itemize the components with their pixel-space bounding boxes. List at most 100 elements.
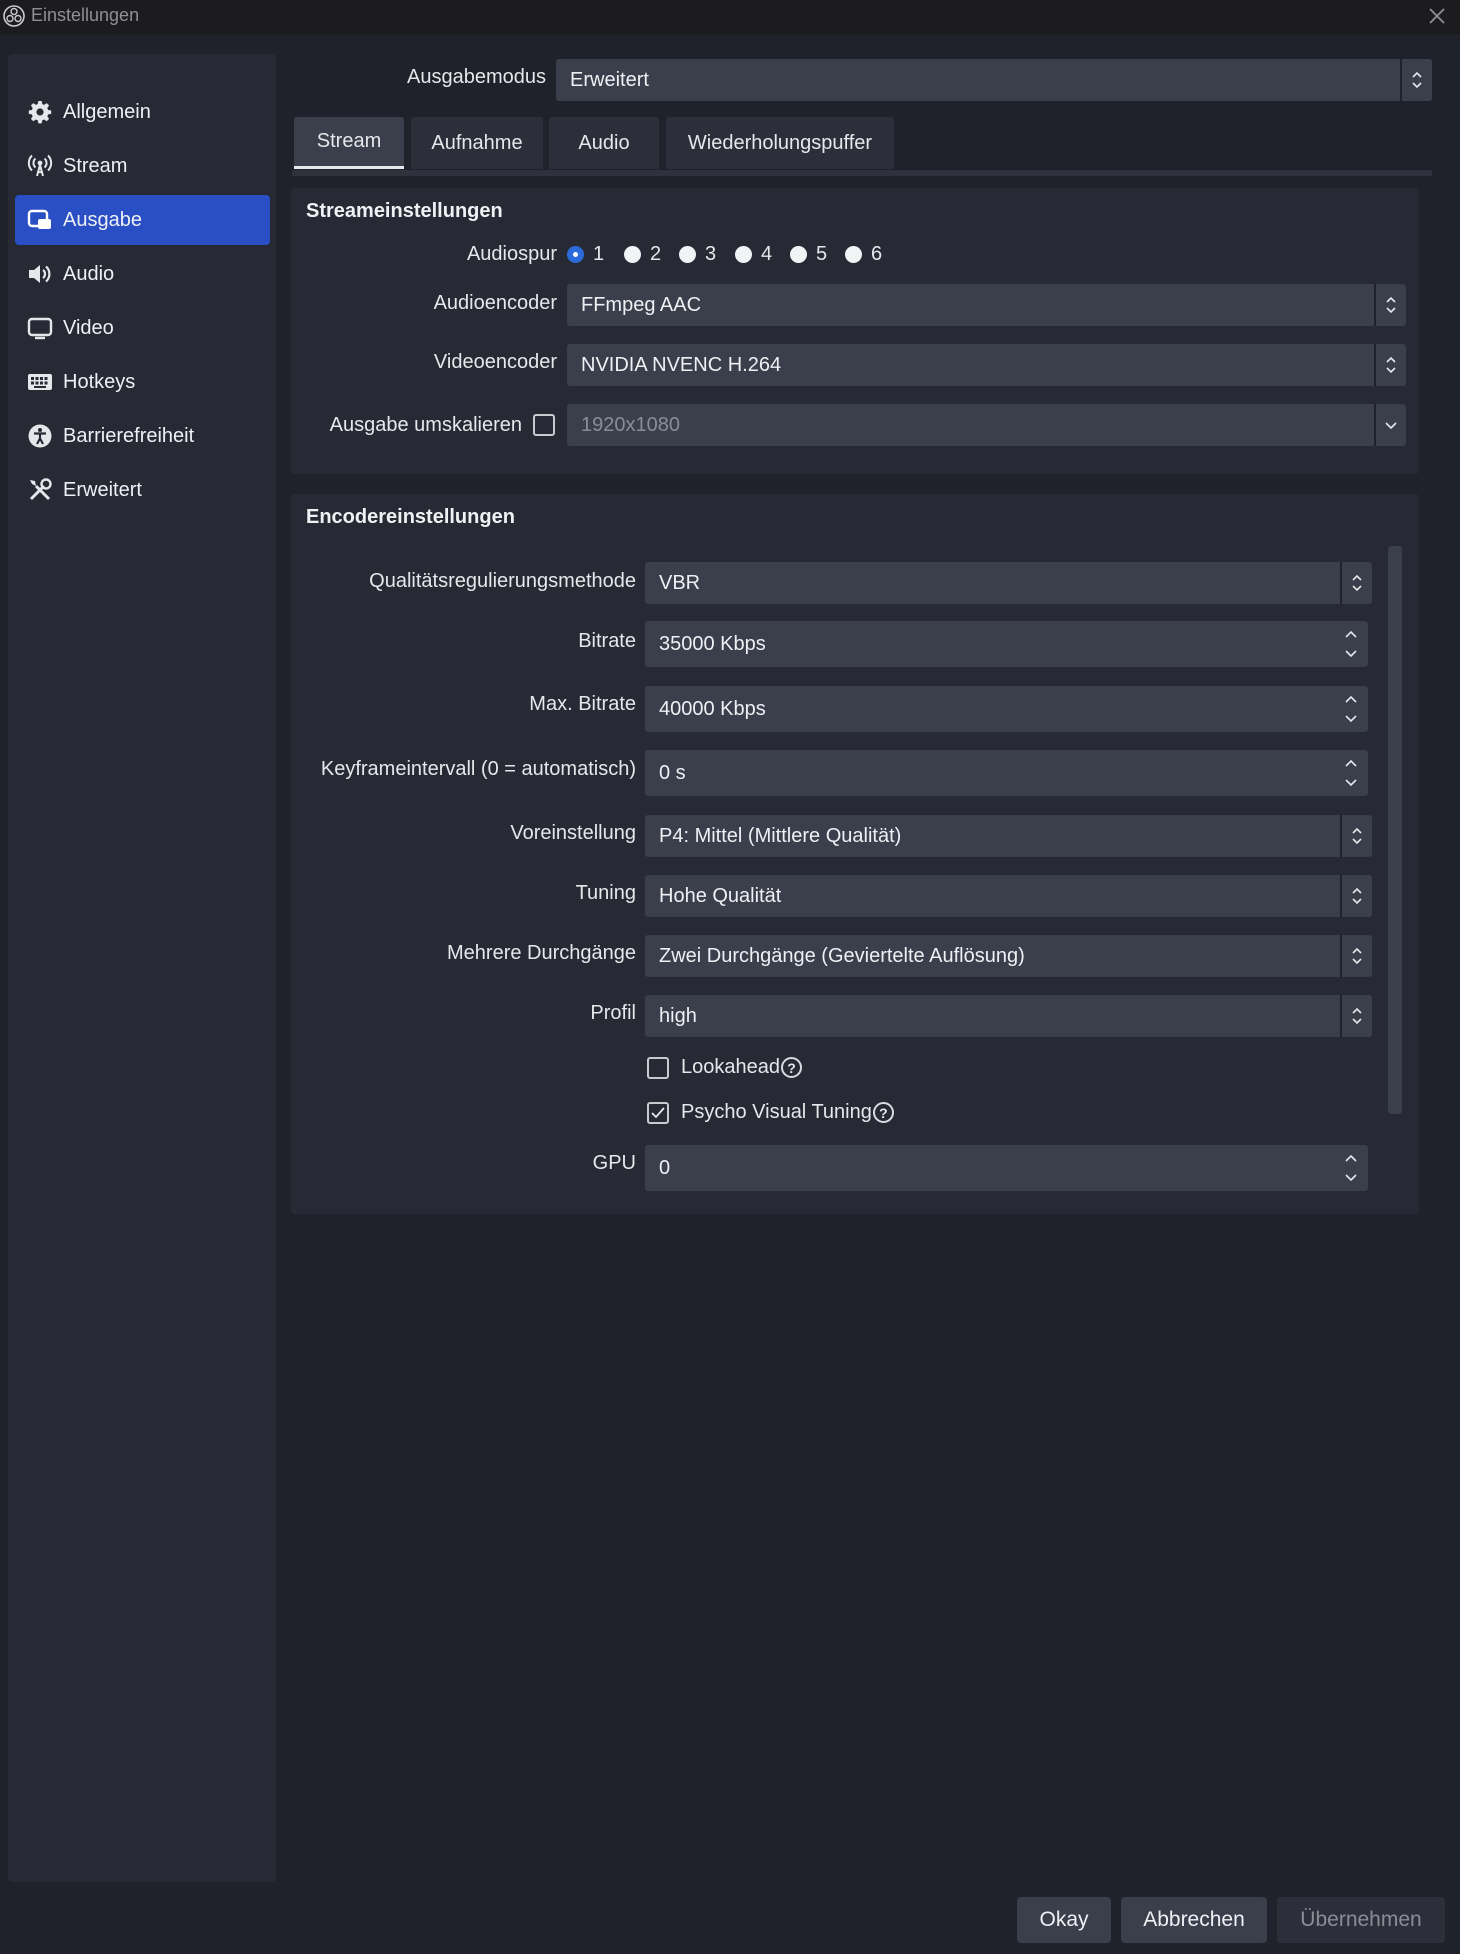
video-encoder-select[interactable]: NVIDIA NVENC H.264: [567, 344, 1406, 386]
help-icon[interactable]: ?: [780, 1057, 802, 1078]
psycho-visual-label: Psycho Visual Tuning: [681, 1101, 872, 1123]
updown-arrow-icon: [1374, 284, 1406, 326]
rescale-resolution-value: 1920x1080: [581, 414, 680, 436]
gpu-spinbox[interactable]: 0: [645, 1145, 1368, 1191]
help-icon[interactable]: ?: [872, 1102, 894, 1123]
spin-arrows-icon[interactable]: [1340, 752, 1362, 794]
tab-aufnahme[interactable]: Aufnahme: [411, 117, 543, 169]
gpu-label: GPU: [592, 1152, 636, 1174]
speaker-icon: [27, 261, 53, 287]
rate-control-value: VBR: [659, 572, 701, 594]
audio-encoder-value: FFmpeg AAC: [581, 294, 702, 316]
sidebar-item-audio[interactable]: Audio: [15, 249, 270, 299]
tab-divider: [292, 170, 1432, 176]
spin-arrows-icon[interactable]: [1340, 688, 1362, 730]
accessibility-icon: [27, 423, 53, 449]
rescale-resolution-select: 1920x1080: [567, 404, 1406, 446]
audio-track-radio-5[interactable]: 5: [790, 243, 827, 266]
sidebar-item-ausgabe[interactable]: Ausgabe: [15, 195, 270, 245]
radio-dot: [790, 246, 807, 263]
output-mode-select[interactable]: Erweitert: [556, 59, 1432, 101]
tuning-label: Tuning: [575, 882, 636, 904]
lookahead-checkbox[interactable]: [647, 1057, 669, 1079]
multipass-value: Zwei Durchgänge (Geviertelte Auflösung): [659, 945, 1025, 967]
radio-dot: [567, 246, 584, 263]
tuning-select[interactable]: Hohe Qualität: [645, 875, 1372, 917]
video-encoder-label: Videoencoder: [433, 351, 557, 373]
updown-arrow-icon: [1340, 815, 1372, 857]
keyframe-spinbox[interactable]: 0 s: [645, 750, 1368, 796]
sidebar-item-erweitert[interactable]: Erweitert: [15, 465, 270, 515]
monitor-icon: [27, 315, 53, 341]
rate-control-label: Qualitätsregulierungsmethode: [369, 570, 636, 592]
stream-settings-title: Streameinstellungen: [306, 200, 503, 222]
output-mode-value: Erweitert: [570, 69, 649, 91]
updown-arrow-icon: [1400, 59, 1432, 101]
apply-button: Übernehmen: [1277, 1897, 1445, 1943]
updown-arrow-icon: [1340, 562, 1372, 604]
radio-label: 5: [816, 243, 828, 265]
lookahead-option[interactable]: Lookahead ?: [681, 1056, 802, 1079]
preset-label: Voreinstellung: [510, 822, 636, 844]
preset-select[interactable]: P4: Mittel (Mittlere Qualität): [645, 815, 1372, 857]
sidebar-item-hotkeys[interactable]: Hotkeys: [15, 357, 270, 407]
updown-arrow-icon: [1340, 995, 1372, 1037]
sidebar-item-label: Video: [63, 316, 114, 339]
audio-track-radio-2[interactable]: 2: [624, 243, 661, 266]
sidebar-item-label: Ausgabe: [63, 208, 142, 231]
tab-wiederholungspuffer[interactable]: Wiederholungspuffer: [666, 117, 894, 169]
max-bitrate-label: Max. Bitrate: [529, 693, 636, 715]
sidebar-item-label: Audio: [63, 262, 115, 285]
sidebar-item-stream[interactable]: Stream: [15, 141, 270, 191]
rescale-label: Ausgabe umskalieren: [329, 414, 522, 436]
psycho-visual-option[interactable]: Psycho Visual Tuning ?: [681, 1101, 894, 1124]
tab-stream[interactable]: Stream: [294, 117, 404, 169]
rescale-checkbox[interactable]: [533, 414, 555, 436]
sidebar-item-barrierefreiheit[interactable]: Barrierefreiheit: [15, 411, 270, 461]
bitrate-label: Bitrate: [578, 630, 636, 652]
scrollbar[interactable]: [1388, 546, 1402, 1114]
tab-audio[interactable]: Audio: [549, 117, 659, 169]
output-mode-label: Ausgabemodus: [407, 66, 546, 88]
sidebar-item-label: Hotkeys: [63, 370, 136, 393]
audio-track-label: Audiospur: [466, 243, 557, 265]
audio-track-radio-1[interactable]: 1: [567, 243, 604, 266]
bitrate-value: 35000 Kbps: [659, 633, 766, 655]
audio-encoder-select[interactable]: FFmpeg AAC: [567, 284, 1406, 326]
sidebar-item-label: Erweitert: [63, 478, 142, 501]
radio-dot: [845, 246, 862, 263]
video-encoder-value: NVIDIA NVENC H.264: [581, 354, 782, 376]
output-icon: [27, 207, 53, 233]
gpu-value: 0: [659, 1157, 671, 1179]
sidebar-item-allgemein[interactable]: Allgemein: [15, 87, 270, 137]
profile-select[interactable]: high: [645, 995, 1372, 1037]
tools-icon: [27, 477, 53, 503]
rate-control-select[interactable]: VBR: [645, 562, 1372, 604]
audio-track-radio-6[interactable]: 6: [845, 243, 882, 266]
spin-arrows-icon[interactable]: [1340, 623, 1362, 665]
radio-label: 6: [871, 243, 883, 265]
keyframe-label: Keyframeintervall (0 = automatisch): [320, 758, 636, 780]
radio-label: 1: [593, 243, 605, 265]
spin-arrows-icon[interactable]: [1340, 1147, 1362, 1189]
bitrate-spinbox[interactable]: 35000 Kbps: [645, 621, 1368, 667]
audio-track-radio-4[interactable]: 4: [735, 243, 772, 266]
ok-button[interactable]: Okay: [1017, 1897, 1111, 1943]
obs-logo-icon: [3, 5, 25, 27]
sidebar-item-label: Allgemein: [63, 100, 151, 123]
gear-icon: [27, 99, 53, 125]
psycho-visual-checkbox[interactable]: [647, 1102, 669, 1124]
radio-dot: [624, 246, 641, 263]
multipass-select[interactable]: Zwei Durchgänge (Geviertelte Auflösung): [645, 935, 1372, 977]
audio-track-radio-3[interactable]: 3: [679, 243, 716, 266]
cancel-button[interactable]: Abbrechen: [1121, 1897, 1267, 1943]
updown-arrow-icon: [1340, 875, 1372, 917]
checkmark-icon: [651, 1107, 665, 1119]
audio-encoder-label: Audioencoder: [433, 292, 557, 314]
max-bitrate-spinbox[interactable]: 40000 Kbps: [645, 686, 1368, 732]
radio-dot: [679, 246, 696, 263]
window-title: Einstellungen: [31, 5, 140, 25]
sidebar-item-video[interactable]: Video: [15, 303, 270, 353]
close-icon[interactable]: [1424, 3, 1450, 29]
sidebar-item-label: Barrierefreiheit: [63, 424, 195, 447]
